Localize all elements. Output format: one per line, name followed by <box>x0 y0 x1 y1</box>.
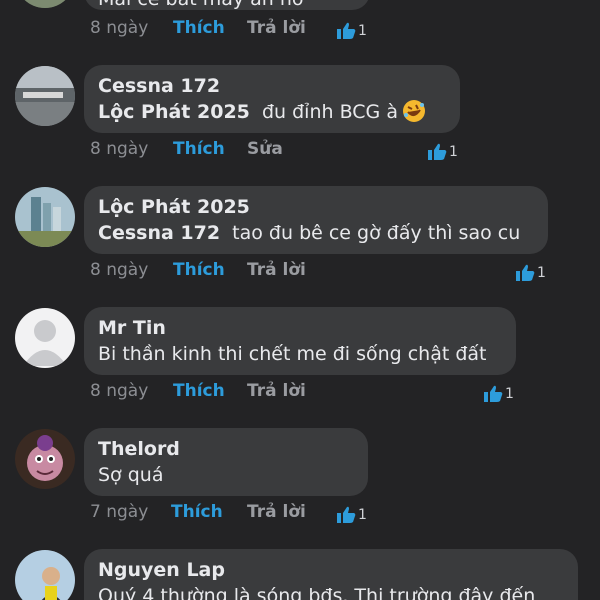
comment-author[interactable]: Lộc Phát 2025 <box>98 194 534 220</box>
reaction-number: 1 <box>537 265 546 281</box>
like-button[interactable]: Thích <box>171 501 223 523</box>
reaction-count[interactable]: 1 <box>515 262 546 284</box>
avatar[interactable] <box>15 187 75 247</box>
edit-button[interactable]: Sửa <box>247 138 283 160</box>
comment-author[interactable]: Thelord <box>98 436 354 462</box>
comment-author[interactable]: Nguyen Lap <box>98 557 564 583</box>
reply-button[interactable]: Trả lời <box>247 17 306 39</box>
reaction-count[interactable]: 1 <box>427 141 458 163</box>
avatar[interactable] <box>15 0 75 8</box>
comment-time: 8 ngày <box>90 18 149 38</box>
comment-author[interactable]: Mr Tin <box>98 315 502 341</box>
reaction-number: 1 <box>449 144 458 160</box>
reaction-number: 1 <box>505 386 514 402</box>
thumbs-up-icon <box>337 506 356 523</box>
like-button[interactable]: Thích <box>173 17 225 39</box>
thumbs-up-icon <box>484 385 503 402</box>
comment-bubble[interactable]: Cessna 172 Lộc Phát 2025 đu đỉnh BCG à <box>84 65 460 133</box>
mention-tag[interactable]: Cessna 172 <box>98 222 220 244</box>
reaction-count[interactable]: 1 <box>483 383 514 405</box>
reply-button[interactable]: Trả lời <box>247 380 306 402</box>
avatar[interactable] <box>15 550 75 600</box>
mention-tag[interactable]: Lộc Phát 2025 <box>98 101 250 123</box>
thumbs-up-icon <box>428 143 447 160</box>
reaction-count[interactable]: 1 <box>336 504 367 526</box>
reply-button[interactable]: Trả lời <box>247 501 306 523</box>
avatar[interactable] <box>15 308 75 368</box>
comment-text: Quý 4 thường là sóng bđs. Thị trường đây… <box>98 585 536 600</box>
reaction-number: 1 <box>358 507 367 523</box>
comment-time: 8 ngày <box>90 260 149 280</box>
comment-bubble[interactable]: Thelord Sợ quá <box>84 428 368 496</box>
comment-bubble[interactable]: Mai ce bất máy ăn no <box>84 0 370 10</box>
avatar[interactable] <box>15 66 75 126</box>
like-button[interactable]: Thích <box>173 138 225 160</box>
comment-time: 8 ngày <box>90 139 149 159</box>
rolling-on-floor-laughing-emoji <box>402 100 425 122</box>
comment-bubble[interactable]: Lộc Phát 2025 Cessna 172 tao đu bê ce gờ… <box>84 186 548 254</box>
reaction-number: 1 <box>358 23 367 39</box>
comment-text: Lộc Phát 2025 đu đỉnh BCG à <box>98 99 446 125</box>
default-avatar-icon <box>15 308 75 368</box>
comment-time: 7 ngày <box>90 502 149 522</box>
comment-text: Bi thần kinh thi chết me đi sống chật đấ… <box>98 343 487 365</box>
reply-button[interactable]: Trả lời <box>247 259 306 281</box>
comment-author[interactable]: Cessna 172 <box>98 73 446 99</box>
like-button[interactable]: Thích <box>173 380 225 402</box>
comment-time: 8 ngày <box>90 381 149 401</box>
comment-bubble[interactable]: Nguyen Lap Quý 4 thường là sóng bđs. Thị… <box>84 549 578 600</box>
comment-text: Sợ quá <box>98 464 164 486</box>
like-button[interactable]: Thích <box>173 259 225 281</box>
comment-body: đu đỉnh BCG à <box>261 101 398 123</box>
comment-body: tao đu bê ce gờ đấy thì sao cu <box>232 222 521 244</box>
comment-text: Cessna 172 tao đu bê ce gờ đấy thì sao c… <box>98 220 534 246</box>
comment-bubble[interactable]: Mr Tin Bi thần kinh thi chết me đi sống … <box>84 307 516 375</box>
thumbs-up-icon <box>516 264 535 281</box>
avatar[interactable] <box>15 429 75 489</box>
comment-thread: Mai ce bất máy ăn no 8 ngày Thích Trả lờ… <box>0 0 600 600</box>
reaction-count[interactable]: 1 <box>336 20 367 42</box>
thumbs-up-icon <box>337 22 356 39</box>
comment-text: Mai ce bất máy ăn no <box>98 0 356 10</box>
